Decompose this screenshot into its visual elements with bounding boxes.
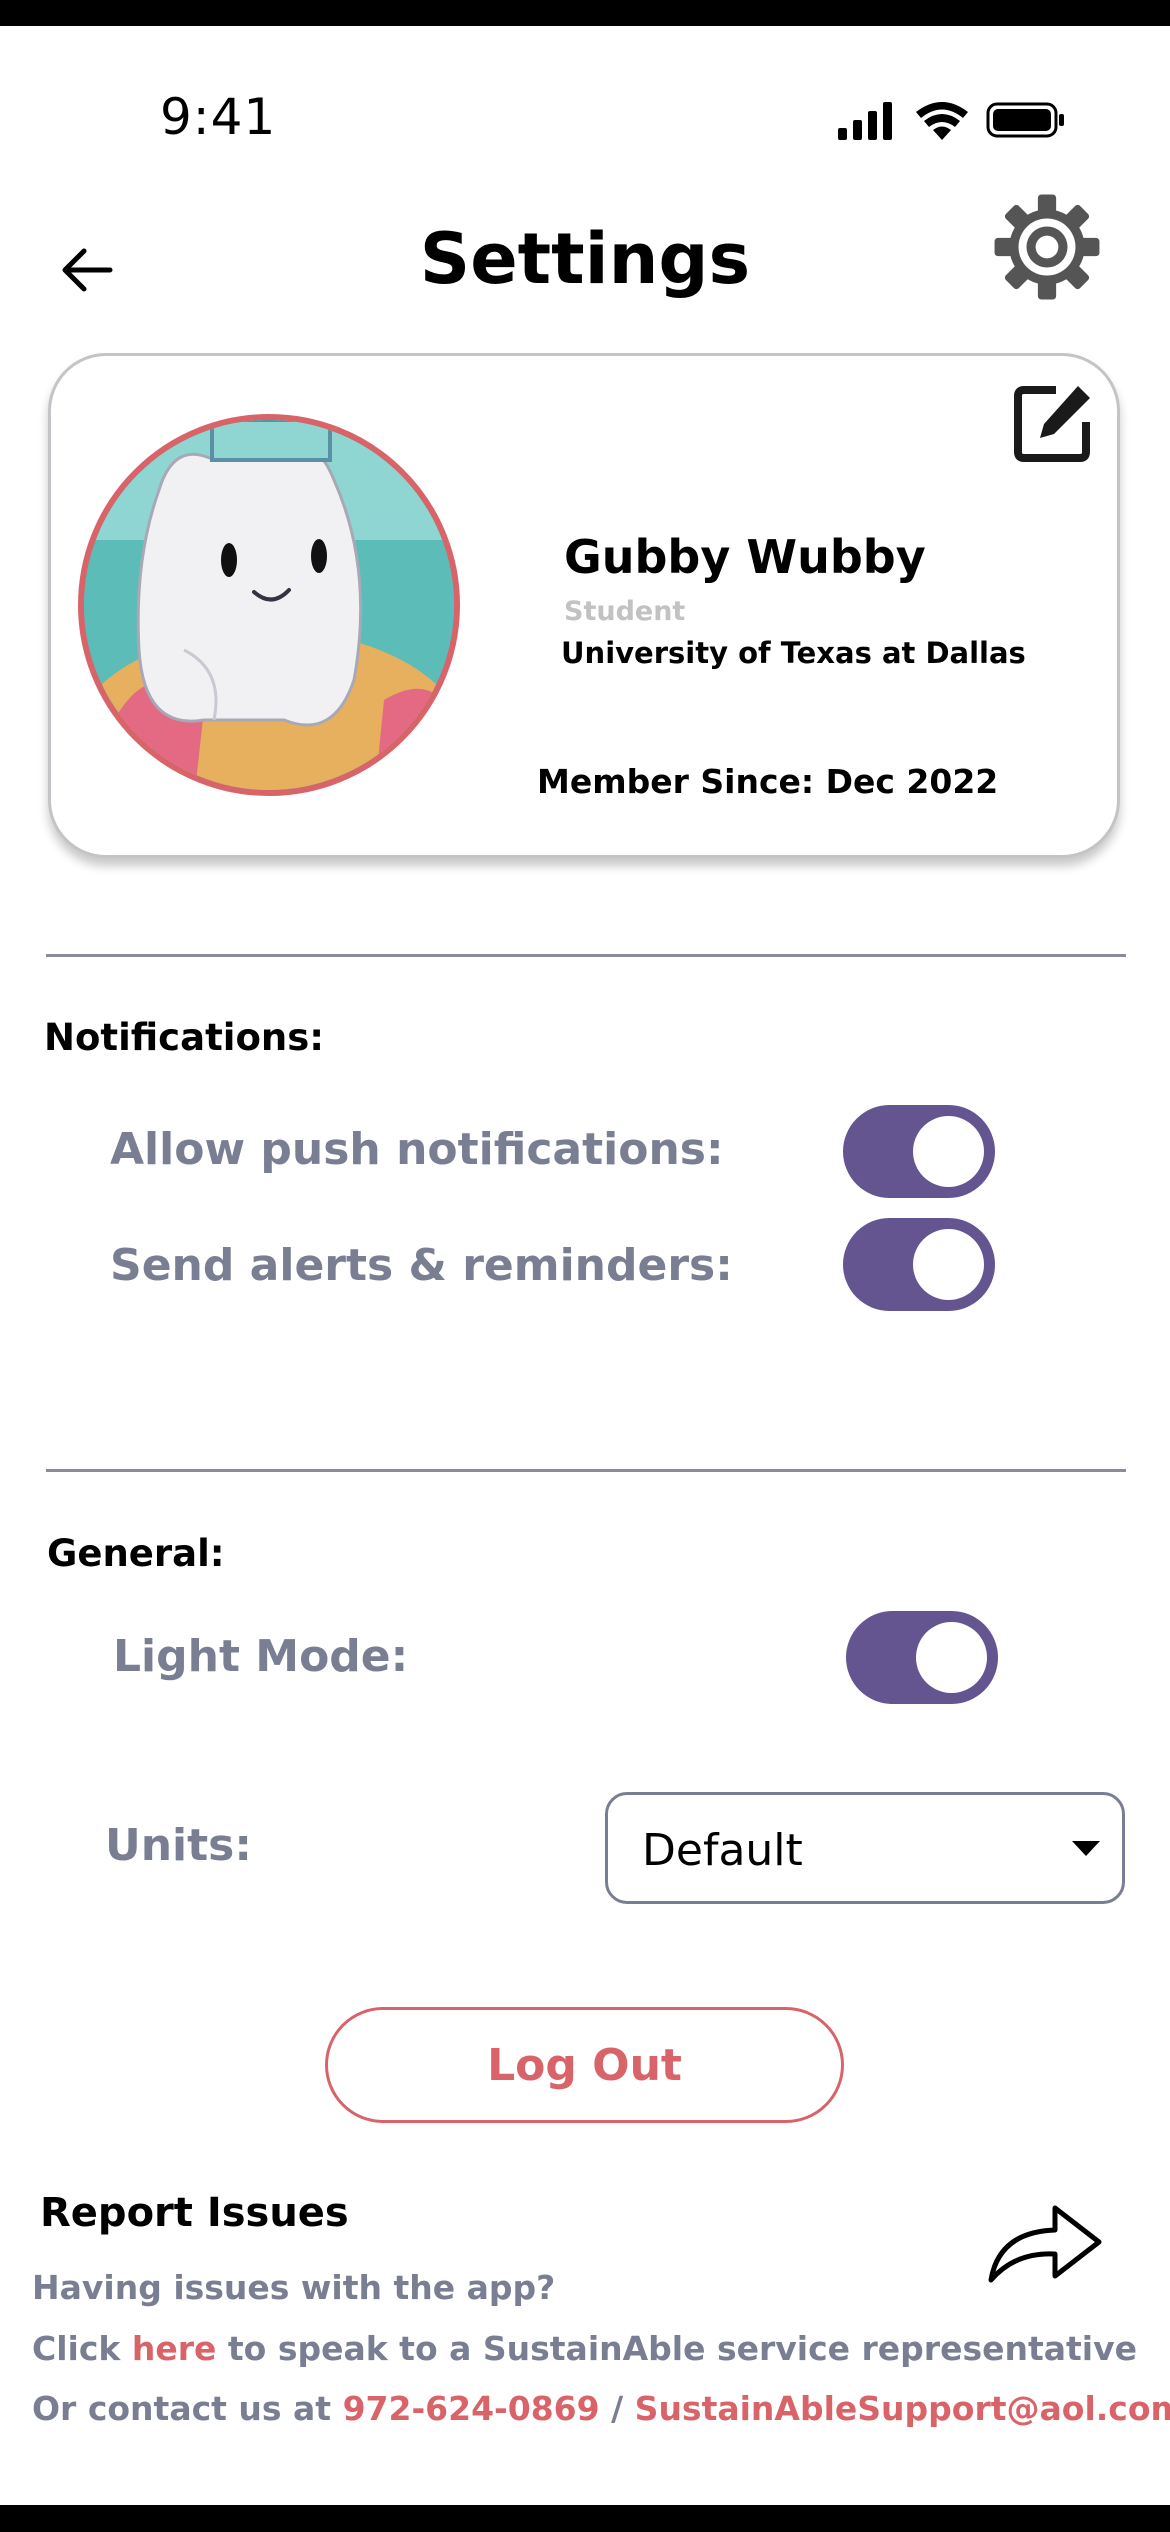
alerts-reminders-label: Send alerts & reminders: (110, 1240, 733, 1291)
click-suffix: to speak to a SustainAble service repres… (227, 2329, 1137, 2368)
avatar-illustration (84, 420, 454, 790)
divider (46, 954, 1126, 957)
light-mode-toggle[interactable] (846, 1611, 998, 1704)
divider (46, 1469, 1126, 1472)
report-issues-title: Report Issues (40, 2190, 349, 2236)
bottom-black-bar (0, 2505, 1170, 2532)
light-mode-label: Light Mode: (113, 1631, 409, 1682)
units-select[interactable]: Default (605, 1792, 1125, 1904)
alerts-reminders-toggle[interactable] (843, 1218, 995, 1311)
edit-icon[interactable] (1012, 380, 1096, 464)
toggle-knob (913, 1116, 984, 1187)
push-notifications-toggle[interactable] (843, 1105, 995, 1198)
profile-role: Student (564, 596, 686, 627)
phone-link[interactable]: 972-624-0869 (343, 2389, 600, 2428)
status-time: 9:41 (160, 88, 277, 146)
toggle-knob (916, 1622, 987, 1693)
push-notifications-label: Allow push notifications: (110, 1124, 724, 1175)
units-label: Units: (105, 1820, 252, 1871)
avatar (78, 414, 460, 796)
general-title: General: (47, 1532, 225, 1575)
report-line-3: Or contact us at 972-624-0869 / SustainA… (32, 2389, 1170, 2428)
share-arrow-icon[interactable] (985, 2192, 1105, 2288)
gear-icon[interactable] (990, 190, 1104, 304)
wifi-icon (916, 102, 968, 140)
logout-button[interactable]: Log Out (325, 2007, 844, 2123)
cellular-signal-icon (838, 102, 892, 140)
report-line-2: Click here to speak to a SustainAble ser… (32, 2329, 1137, 2368)
here-link[interactable]: here (132, 2329, 217, 2368)
notifications-title: Notifications: (44, 1016, 325, 1059)
battery-icon (986, 102, 1064, 138)
profile-university: University of Texas at Dallas (561, 636, 1026, 670)
toggle-knob (913, 1229, 984, 1300)
report-line-1: Having issues with the app? (32, 2268, 556, 2307)
member-since: Member Since: Dec 2022 (537, 762, 999, 801)
top-black-bar (0, 0, 1170, 26)
contact-prefix: Or contact us at (32, 2389, 332, 2428)
contact-separator: / (611, 2389, 624, 2428)
chevron-down-icon (1072, 1841, 1100, 1856)
click-prefix: Click (32, 2329, 121, 2368)
units-select-value: Default (642, 1825, 803, 1876)
profile-name: Gubby Wubby (564, 530, 926, 584)
status-icons (838, 102, 1064, 140)
email-link[interactable]: SustainAbleSupport@aol.com (635, 2389, 1170, 2428)
